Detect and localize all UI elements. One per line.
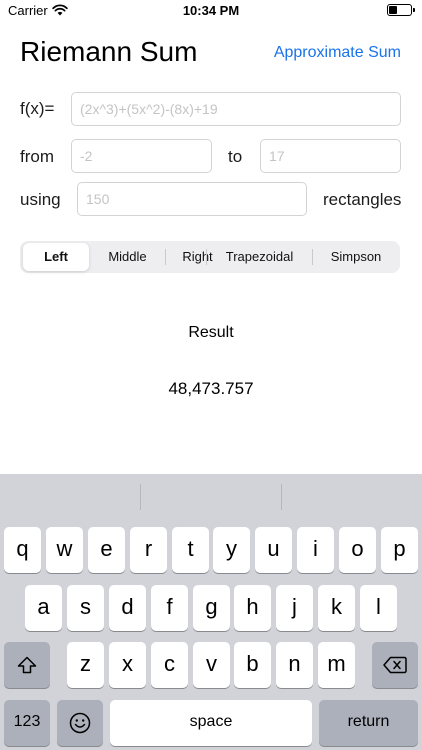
key-k[interactable]: k [318,585,355,631]
rectangles-label: rectangles [323,190,402,209]
segment-trapezoidal[interactable]: Trapezoidal [207,241,312,273]
delete-icon [383,651,407,676]
to-label: to [228,147,243,166]
key-b[interactable]: b [234,642,271,688]
key-p[interactable]: p [381,527,418,573]
key-u[interactable]: u [255,527,292,573]
result-value: 48,473.757 [168,379,254,398]
key-i[interactable]: i [297,527,334,573]
function-input[interactable] [71,92,401,126]
emoji-key[interactable] [57,700,103,746]
key-x[interactable]: x [109,642,146,688]
approximate-sum-button[interactable]: Approximate Sum [274,44,401,62]
rectangles-input[interactable] [77,182,307,216]
key-f[interactable]: f [151,585,188,631]
page-title: Riemann Sum [20,36,198,67]
key-r[interactable]: r [130,527,167,573]
keyboard: q w e r t y u i o p a s d f g h j k l z … [0,474,422,750]
result-label: Result [188,324,234,341]
key-n[interactable]: n [276,642,313,688]
key-a[interactable]: a [25,585,62,631]
key-y[interactable]: y [213,527,250,573]
from-input[interactable] [71,139,212,173]
key-q[interactable]: q [4,527,41,573]
key-j[interactable]: j [276,585,313,631]
return-key[interactable]: return [319,700,418,746]
battery-tip [413,8,415,12]
key-g[interactable]: g [193,585,230,631]
to-input[interactable] [260,139,401,173]
battery-level [389,6,398,14]
key-c[interactable]: c [151,642,188,688]
fx-label: f(x)= [20,99,55,118]
key-d[interactable]: d [109,585,146,631]
using-label: using [20,190,61,209]
key-m[interactable]: m [318,642,355,688]
emoji-icon [69,709,91,734]
key-v[interactable]: v [193,642,230,688]
key-z[interactable]: z [67,642,104,688]
key-l[interactable]: l [360,585,397,631]
key-o[interactable]: o [339,527,376,573]
key-w[interactable]: w [46,527,83,573]
status-time: 10:34 PM [182,3,240,18]
delete-key[interactable] [372,642,418,688]
shift-key[interactable] [4,642,50,688]
from-label: from [20,147,54,166]
suggestion-divider [281,484,282,510]
suggestion-divider [140,484,141,510]
shift-icon [17,651,37,676]
method-segmented-control: Left Middle Right Trapezoidal Simpson [20,241,400,273]
segment-simpson[interactable]: Simpson [313,241,399,273]
status-bar: Carrier 10:34 PM [0,0,422,22]
key-e[interactable]: e [88,527,125,573]
segment-left[interactable]: Left [23,243,89,271]
key-t[interactable]: t [172,527,209,573]
battery-icon [387,4,415,16]
numbers-key[interactable]: 123 [4,700,50,746]
key-s[interactable]: s [67,585,104,631]
key-h[interactable]: h [234,585,271,631]
segment-middle[interactable]: Middle [90,241,165,273]
space-key[interactable]: space [110,700,312,746]
